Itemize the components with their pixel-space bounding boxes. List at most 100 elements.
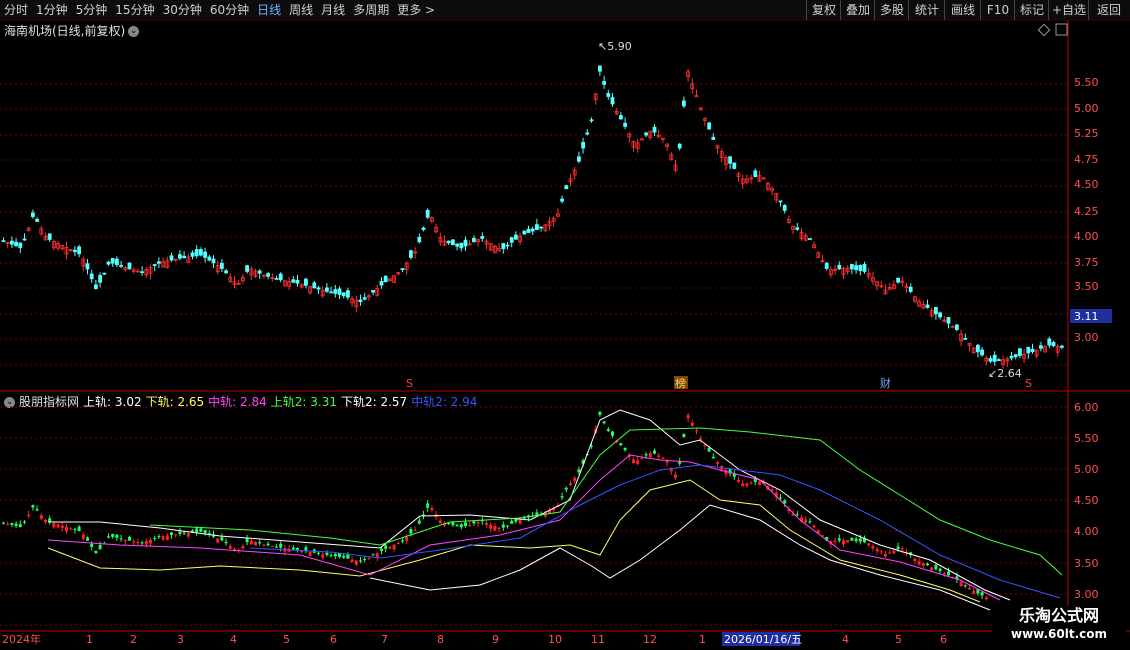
candle-body bbox=[577, 156, 581, 162]
tab-monthly[interactable]: 月线 bbox=[317, 0, 349, 20]
tab-15min[interactable]: 15分钟 bbox=[111, 0, 158, 20]
back-button[interactable]: 返回 bbox=[1088, 0, 1129, 20]
candle-body bbox=[530, 228, 535, 232]
signal-marker[interactable]: S bbox=[406, 377, 413, 390]
candle-body bbox=[593, 93, 598, 101]
ind-y-tick: 5.00 bbox=[1074, 463, 1099, 476]
overlay-button[interactable]: 叠加 bbox=[840, 0, 875, 20]
ind-candle-body bbox=[186, 533, 190, 537]
tab-60min[interactable]: 60分钟 bbox=[206, 0, 253, 20]
candle-body bbox=[39, 228, 44, 235]
chart-canvas[interactable]: 5.50 5.25 5.00 4.75 4.50 4.25 4.00 3.75 … bbox=[0, 0, 1130, 650]
list-marker-bg bbox=[674, 376, 688, 389]
candle-body bbox=[585, 132, 590, 135]
list-marker[interactable]: 榜 bbox=[675, 376, 686, 390]
candle-body bbox=[556, 213, 560, 217]
candle-body bbox=[371, 290, 376, 293]
ind-candle-body bbox=[485, 522, 488, 525]
ind-candle-body bbox=[237, 549, 241, 551]
ind-candle-body bbox=[65, 527, 68, 532]
candle-body bbox=[249, 268, 254, 276]
candle-body bbox=[14, 241, 19, 247]
ind-candle-body bbox=[795, 514, 799, 516]
ind-candle-body bbox=[207, 533, 211, 536]
add-watchlist-button[interactable]: +自选 bbox=[1048, 0, 1089, 20]
adjust-button[interactable]: 复权 bbox=[806, 0, 841, 20]
candle-body bbox=[190, 252, 195, 257]
tab-5min[interactable]: 5分钟 bbox=[72, 0, 112, 20]
ind-candle-body bbox=[699, 438, 703, 440]
f10-button[interactable]: F10 bbox=[980, 0, 1015, 20]
ind-candle-body bbox=[871, 546, 875, 549]
finance-marker[interactable]: 财 bbox=[880, 376, 891, 390]
chevron-down-icon[interactable]: ⌄ bbox=[128, 26, 140, 37]
candle-body bbox=[564, 185, 569, 189]
candle-body bbox=[854, 265, 858, 271]
candle-body bbox=[745, 178, 749, 183]
chevron-down-icon[interactable]: ⌄ bbox=[4, 397, 15, 408]
candle-body bbox=[169, 255, 174, 261]
candle-body bbox=[761, 177, 766, 180]
legend-upper: 上轨: 3.02 bbox=[83, 395, 142, 409]
ind-candle-body bbox=[144, 541, 148, 545]
candle-body bbox=[736, 173, 741, 177]
candle-body bbox=[282, 280, 287, 287]
tab-more[interactable]: 更多 > bbox=[393, 0, 439, 20]
ind-candle-body bbox=[611, 431, 614, 436]
candle-body bbox=[938, 312, 942, 318]
ind-candle-body bbox=[459, 524, 463, 528]
tab-1min[interactable]: 1分钟 bbox=[32, 0, 72, 20]
candle-body bbox=[240, 276, 245, 282]
candle-body bbox=[505, 244, 510, 247]
candle-body bbox=[295, 279, 300, 284]
candle-body bbox=[52, 241, 56, 249]
candle-body bbox=[354, 299, 359, 308]
ind-candle-body bbox=[640, 458, 644, 459]
tab-weekly[interactable]: 周线 bbox=[285, 0, 317, 20]
candle-body bbox=[182, 255, 187, 259]
candle-body bbox=[526, 228, 531, 233]
legend-upper2: 上轨2: 3.31 bbox=[270, 395, 337, 409]
ind-candle-body bbox=[140, 542, 144, 544]
ind-candle-body bbox=[661, 457, 665, 459]
candle-body bbox=[883, 289, 888, 295]
y-tick: 5.50 bbox=[1074, 76, 1099, 89]
ind-candle-body bbox=[497, 527, 501, 530]
candle-body bbox=[686, 71, 690, 78]
tab-intraday[interactable]: 分时 bbox=[0, 0, 32, 20]
lower2-band-line bbox=[369, 504, 991, 611]
ind-candle-body bbox=[270, 546, 274, 548]
ind-candle-body bbox=[821, 535, 824, 537]
ind-candle-body bbox=[766, 486, 770, 490]
candle-body bbox=[778, 200, 783, 203]
ind-candle-body bbox=[447, 523, 451, 525]
candle-body bbox=[43, 235, 48, 241]
diamond-icon[interactable] bbox=[1037, 23, 1051, 37]
ind-candle-body bbox=[510, 520, 514, 524]
stats-button[interactable]: 统计 bbox=[908, 0, 945, 20]
tab-daily[interactable]: 日线 bbox=[253, 0, 285, 20]
maximize-icon[interactable] bbox=[1055, 23, 1068, 36]
ind-candle-body bbox=[380, 548, 383, 551]
candle-body bbox=[913, 296, 917, 302]
middle-band-line bbox=[47, 454, 1001, 601]
candle-body bbox=[308, 286, 313, 294]
mark-button[interactable]: 标记 bbox=[1014, 0, 1049, 20]
watermark: 乐淘公式网 www.60lt.com bbox=[992, 606, 1126, 648]
signal-marker[interactable]: S bbox=[1025, 377, 1032, 390]
ind-candle-body bbox=[149, 539, 152, 544]
time-label: 11 bbox=[591, 633, 605, 646]
draw-button[interactable]: 画线 bbox=[944, 0, 981, 20]
indicator-name[interactable]: 股朋指标网 bbox=[19, 395, 79, 409]
candle-body bbox=[648, 130, 653, 139]
ind-candle-body bbox=[707, 447, 711, 452]
candle-body bbox=[425, 209, 430, 218]
ind-candle-body bbox=[31, 505, 35, 508]
ind-candle-body bbox=[493, 526, 497, 531]
tab-30min[interactable]: 30分钟 bbox=[159, 0, 206, 20]
multi-stock-button[interactable]: 多股 bbox=[874, 0, 909, 20]
ind-candle-body bbox=[86, 537, 89, 541]
candle-body bbox=[1060, 345, 1064, 348]
time-label: 3 bbox=[177, 633, 184, 646]
tab-multi-period[interactable]: 多周期 bbox=[349, 0, 393, 20]
